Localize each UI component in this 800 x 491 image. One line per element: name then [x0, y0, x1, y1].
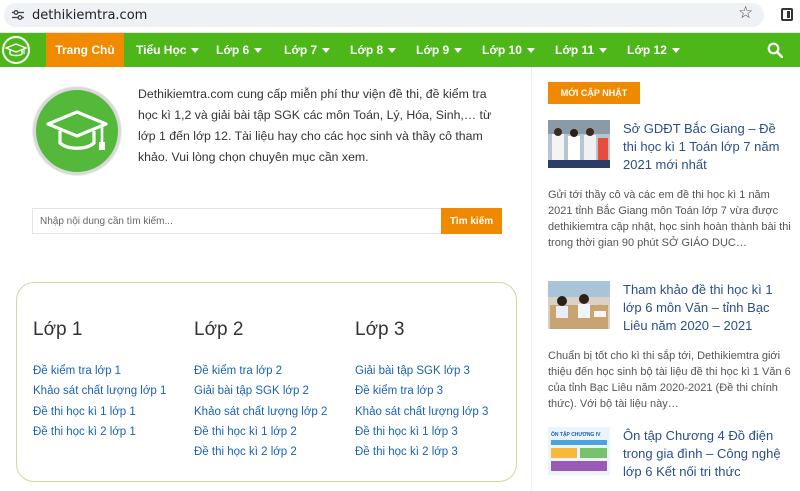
- search-input[interactable]: [32, 208, 441, 234]
- grade-link[interactable]: Đề kiểm tra lớp 1: [33, 361, 166, 381]
- nav-label: Lớp 6: [216, 43, 250, 57]
- nav-label: Tiểu Học: [136, 43, 187, 57]
- side-panel-icon[interactable]: [781, 8, 793, 21]
- url-text[interactable]: dethikiemtra.com: [32, 8, 147, 23]
- bookmark-star-icon[interactable]: ☆: [738, 4, 753, 21]
- nav-item-lop-6[interactable]: Lớp 6: [216, 33, 263, 67]
- grade-link[interactable]: Đề kiểm tra lớp 2: [194, 361, 327, 381]
- nav-label: Lớp 10: [482, 43, 522, 57]
- sidebar-divider: [531, 67, 532, 491]
- chevron-down-icon: [599, 48, 608, 54]
- nav-item-lop-9[interactable]: Lớp 9: [416, 33, 463, 67]
- lesson-cover-icon: ÔN TẬP CHƯƠNG IV: [548, 427, 610, 475]
- post-thumbnail[interactable]: [548, 120, 610, 168]
- hero-logo: [33, 87, 121, 175]
- nav-item-lop-11[interactable]: Lớp 11: [555, 33, 608, 67]
- grade-title: Lớp 3: [355, 319, 405, 340]
- latest-updates-badge: MỚI CẬP NHẬT: [548, 82, 640, 104]
- nav-label: Lớp 12: [627, 43, 667, 57]
- post-title[interactable]: Tham khảo đề thi học kì 1 lớp 6 môn Văn …: [623, 281, 793, 335]
- intro-text: Dethikiemtra.com cung cấp miễn phí thư v…: [138, 87, 492, 164]
- search-button[interactable]: Tìm kiếm: [441, 208, 502, 234]
- grade-title: Lớp 1: [33, 319, 83, 340]
- chevron-down-icon: [191, 48, 200, 54]
- nav-item-lop-10[interactable]: Lớp 10: [482, 33, 535, 67]
- grade-link[interactable]: Giải bài tập SGK lớp 2: [194, 381, 327, 401]
- nav-item-home[interactable]: Trang Chủ: [46, 33, 124, 67]
- chevron-down-icon: [671, 48, 680, 54]
- post-excerpt: Chuẩn bị tốt cho kì thi sắp tới, Dethiki…: [548, 350, 791, 410]
- post-excerpt: Gửi tới thầy cô và các em đề thi học kì …: [548, 189, 791, 249]
- grade-link[interactable]: Đề thi học kì 2 lớp 1: [33, 422, 166, 442]
- grade-column-1: Lớp 1 Đề kiểm tra lớp 1 Khảo sát chất lư…: [33, 319, 166, 442]
- site-settings-icon[interactable]: [12, 10, 24, 20]
- chevron-down-icon: [322, 48, 331, 54]
- grade-title: Lớp 2: [194, 319, 244, 340]
- chevron-down-icon: [454, 48, 463, 54]
- post-thumbnail[interactable]: ÔN TẬP CHƯƠNG IV: [548, 427, 610, 475]
- grade-link[interactable]: Đề thi học kì 2 lớp 3: [355, 442, 488, 462]
- main-nav: Trang Chủ Tiểu Học Lớp 6 Lớp 7 Lớp 8 Lớp…: [0, 33, 800, 67]
- chevron-down-icon: [388, 48, 397, 54]
- grade-link[interactable]: Đề thi học kì 1 lớp 2: [194, 422, 327, 442]
- grade-link[interactable]: Khảo sát chất lượng lớp 3: [355, 402, 488, 422]
- classroom-photo-icon: [548, 281, 610, 329]
- browser-address-bar: dethikiemtra.com ☆: [0, 0, 800, 33]
- graduation-cap-icon: [4, 43, 28, 57]
- grade-link[interactable]: Đề kiểm tra lớp 3: [355, 381, 488, 401]
- site-logo[interactable]: [2, 36, 30, 64]
- nav-item-lop-8[interactable]: Lớp 8: [350, 33, 397, 67]
- search-icon[interactable]: [767, 42, 783, 58]
- chevron-down-icon: [526, 48, 535, 54]
- nav-label: Lớp 9: [416, 43, 450, 57]
- grade-column-2: Lớp 2 Đề kiểm tra lớp 2 Giải bài tập SGK…: [194, 319, 327, 462]
- grade-link[interactable]: Giải bài tập SGK lớp 3: [355, 361, 488, 381]
- search-form: Tìm kiếm: [32, 208, 502, 234]
- grade-link[interactable]: Khảo sát chất lượng lớp 1: [33, 381, 166, 401]
- thumb-label: ÔN TẬP CHƯƠNG IV: [551, 430, 601, 438]
- post-title[interactable]: Sở GDĐT Bắc Giang – Đề thi học kì 1 Toán…: [623, 120, 793, 174]
- chevron-down-icon: [254, 48, 263, 54]
- nav-label: Trang Chủ: [55, 43, 115, 57]
- nav-label: Lớp 11: [555, 43, 595, 57]
- grade-categories: Lớp 1 Đề kiểm tra lớp 1 Khảo sát chất lư…: [16, 282, 517, 482]
- nav-label: Lớp 8: [350, 43, 384, 57]
- nav-item-tieu-hoc[interactable]: Tiểu Học: [136, 33, 200, 67]
- grade-column-3: Lớp 3 Giải bài tập SGK lớp 3 Đề kiểm tra…: [355, 319, 488, 462]
- graduation-cap-icon: [46, 110, 108, 150]
- grade-link[interactable]: Khảo sát chất lượng lớp 2: [194, 402, 327, 422]
- grade-link[interactable]: Đề thi học kì 2 lớp 2: [194, 442, 327, 462]
- students-photo-icon: [548, 120, 610, 168]
- nav-label: Lớp 7: [284, 43, 318, 57]
- nav-item-lop-12[interactable]: Lớp 12: [627, 33, 680, 67]
- grade-link[interactable]: Đề thi học kì 1 lớp 3: [355, 422, 488, 442]
- nav-item-lop-7[interactable]: Lớp 7: [284, 33, 331, 67]
- post-thumbnail[interactable]: [548, 281, 610, 329]
- grade-link[interactable]: Đề thi học kì 1 lớp 1: [33, 402, 166, 422]
- post-title[interactable]: Ôn tập Chương 4 Đồ điện trong gia đình –…: [623, 427, 793, 481]
- omnibox[interactable]: dethikiemtra.com: [4, 3, 764, 27]
